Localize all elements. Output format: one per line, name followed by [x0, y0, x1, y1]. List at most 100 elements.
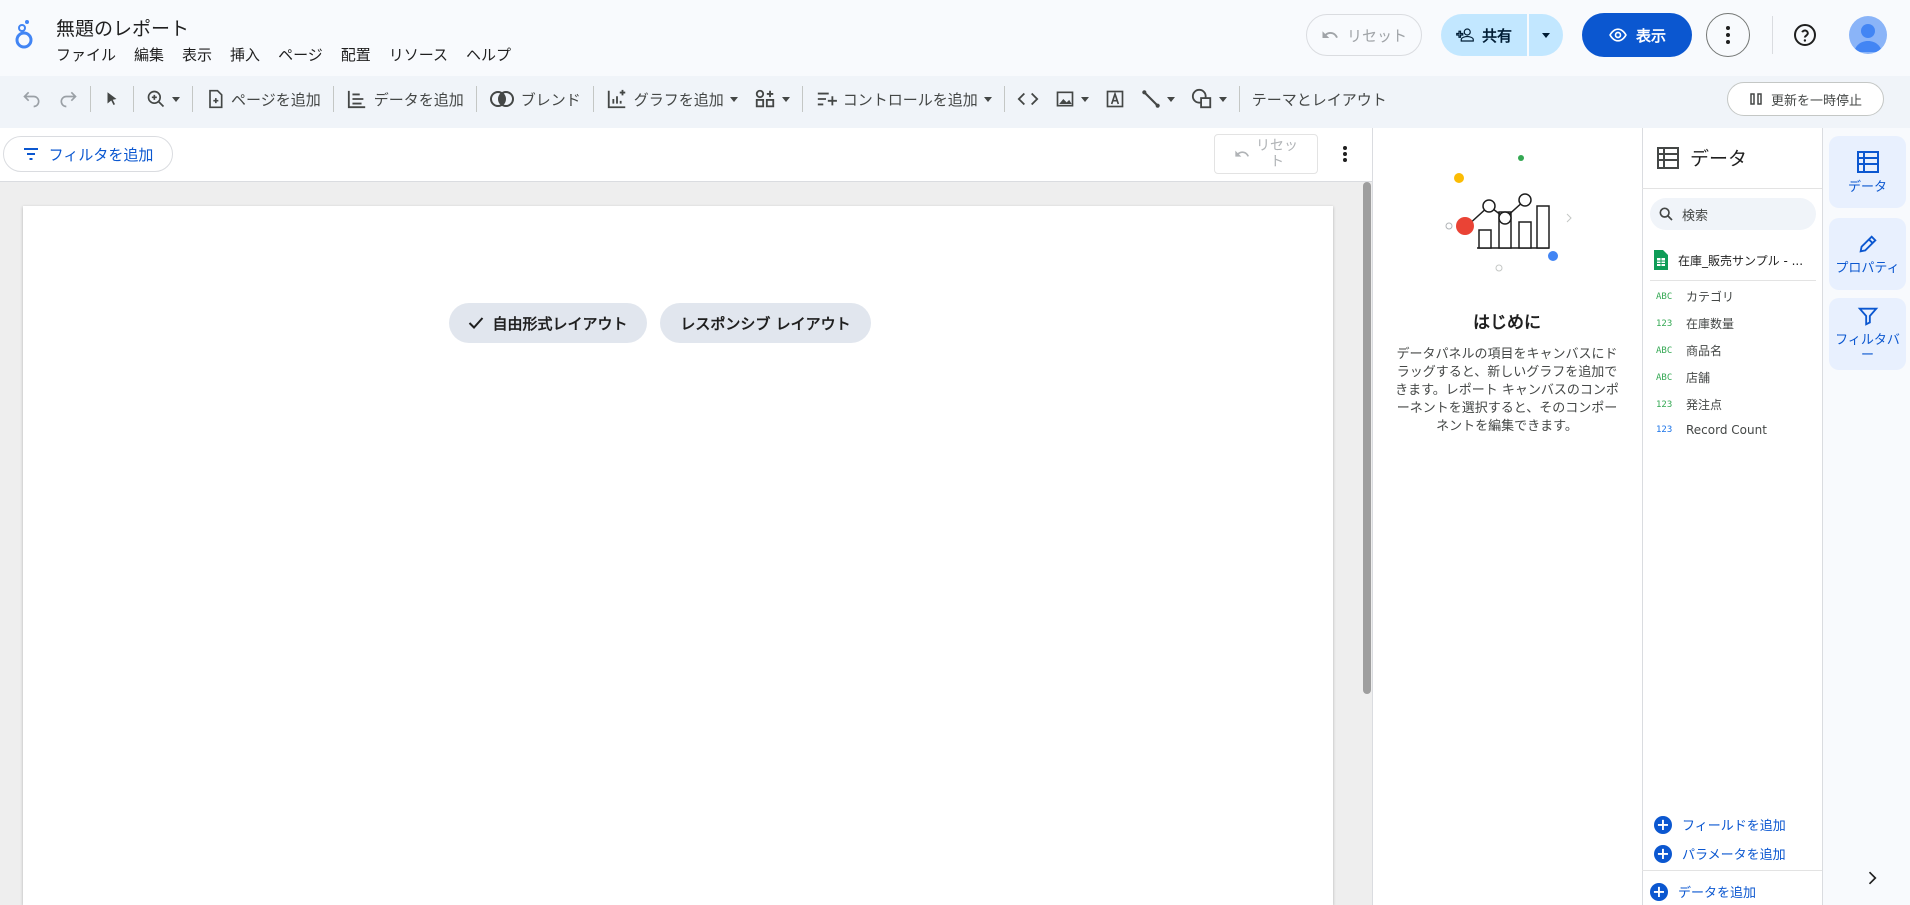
redo-icon [60, 91, 77, 108]
shape-button[interactable] [1183, 82, 1235, 116]
toolbar-divider [1238, 86, 1240, 112]
rail-properties-tab[interactable]: プロパティ [1829, 218, 1906, 290]
shapes-icon [1191, 88, 1211, 109]
view-button[interactable]: 表示 [1582, 13, 1692, 57]
menu-resources[interactable]: リソース [380, 44, 457, 65]
field-name: 発注点 [1686, 398, 1723, 412]
add-data-source-label: データを追加 [1678, 886, 1757, 901]
rail-properties-label: プロパティ [1835, 260, 1900, 276]
menu-view[interactable]: 表示 [173, 44, 221, 65]
add-page-button[interactable]: ページを追加 [197, 82, 329, 116]
community-viz-button[interactable] [746, 82, 798, 116]
collapse-panel-button[interactable] [1862, 868, 1882, 888]
blend-button[interactable]: ブレンド [481, 82, 589, 116]
field-name: 在庫数量 [1686, 317, 1735, 331]
data-source-item[interactable]: 在庫_販売サンプル - ... [1654, 250, 1820, 270]
rail-filter-bar-label-line2: ー [1860, 348, 1874, 363]
menu-insert[interactable]: 挿入 [221, 44, 269, 65]
zoom-in-icon [147, 90, 165, 108]
rail-filter-bar-tab[interactable]: フィルタバ ー [1829, 298, 1906, 370]
data-table-icon [1656, 146, 1680, 170]
caret-down-icon [781, 96, 790, 102]
toolbar-divider [332, 86, 334, 112]
add-chart-button[interactable]: グラフを追加 [598, 82, 746, 116]
field-item-store[interactable]: ABC 店舗 [1656, 369, 1710, 386]
menu-bar: ファイル 編集 表示 挿入 ページ 配置 リソース ヘルプ [56, 44, 520, 65]
reset-button[interactable]: リセット [1306, 14, 1422, 56]
pause-icon [1750, 93, 1762, 105]
menu-page[interactable]: ページ [269, 44, 332, 65]
toolbar-divider [592, 86, 594, 112]
add-filter-label: フィルタを追加 [48, 145, 154, 164]
account-avatar[interactable] [1849, 16, 1887, 54]
add-field-label: フィールドを追加 [1682, 819, 1786, 834]
search-placeholder: 検索 [1682, 208, 1709, 224]
filter-bar [0, 128, 1372, 182]
menu-arrange[interactable]: 配置 [332, 44, 380, 65]
field-item-product-name[interactable]: ABC 商品名 [1656, 342, 1722, 359]
freeform-layout-label: 自由形式レイアウト [492, 314, 628, 333]
data-table-icon [1856, 150, 1879, 173]
zoom-button[interactable] [138, 82, 188, 116]
report-title[interactable]: 無題のレポート [56, 14, 189, 41]
add-circle-icon: + [1650, 882, 1668, 901]
number-type-icon: 123 [1656, 425, 1673, 435]
field-search-input[interactable]: 検索 [1650, 198, 1816, 230]
data-panel-bottom-divider [1642, 870, 1822, 871]
filter-bar-more-button[interactable] [1332, 140, 1358, 168]
field-item-reorder-point[interactable]: 123 発注点 [1656, 396, 1722, 413]
image-button[interactable] [1047, 82, 1097, 116]
add-parameter-button[interactable]: + パラメータを追加 [1654, 844, 1786, 863]
text-box-icon [1106, 90, 1124, 108]
add-data-button[interactable]: データを追加 [338, 82, 472, 116]
help-button[interactable] [1788, 18, 1822, 52]
data-source-divider [1650, 280, 1816, 281]
field-item-category[interactable]: ABC カテゴリ [1656, 288, 1734, 305]
rail-data-label: データ [1847, 179, 1887, 195]
select-tool-button[interactable] [95, 82, 129, 116]
chevron-right-icon [1868, 871, 1877, 885]
line-button[interactable] [1133, 82, 1183, 116]
field-name: 店舗 [1686, 371, 1711, 385]
add-field-button[interactable]: + フィールドを追加 [1654, 815, 1786, 834]
view-label: 表示 [1635, 26, 1666, 45]
rail-data-tab[interactable]: データ [1829, 136, 1906, 208]
field-item-stock-quantity[interactable]: 123 在庫数量 [1656, 315, 1734, 332]
undo-button[interactable] [10, 82, 50, 116]
add-data-source-button[interactable]: + データを追加 [1650, 882, 1756, 901]
reset-filter-label-line1: リセッ [1256, 138, 1298, 154]
add-parameter-label: パラメータを追加 [1682, 848, 1786, 863]
responsive-layout-chip[interactable]: レスポンシブ レイアウト [660, 303, 871, 343]
toolbar-divider [1003, 86, 1005, 112]
add-control-button[interactable]: コントロールを追加 [807, 82, 1000, 116]
redo-button[interactable] [50, 82, 86, 116]
responsive-layout-label: レスポンシブ レイアウト [680, 314, 851, 333]
pencil-icon [1858, 234, 1877, 253]
text-button[interactable] [1097, 82, 1133, 116]
person-icon [1854, 24, 1882, 52]
canvas-scrollbar[interactable] [1363, 182, 1371, 694]
blend-label: ブレンド [520, 90, 581, 109]
field-name: カテゴリ [1686, 290, 1735, 304]
theme-layout-button[interactable]: テーマとレイアウト [1244, 82, 1395, 116]
menu-file[interactable]: ファイル [56, 44, 125, 65]
add-filter-button[interactable]: フィルタを追加 [3, 136, 173, 172]
embed-code-button[interactable] [1009, 82, 1047, 116]
field-item-record-count[interactable]: 123 Record Count [1656, 423, 1767, 437]
reset-filter-button[interactable]: リセッ ト [1214, 134, 1318, 174]
eye-icon [1609, 28, 1627, 42]
more-options-button[interactable] [1706, 13, 1750, 57]
caret-down-icon [1542, 32, 1550, 38]
freeform-layout-chip[interactable]: 自由形式レイアウト [449, 303, 647, 343]
field-name: 商品名 [1686, 344, 1723, 358]
data-panel-title: データ [1690, 148, 1748, 170]
looker-studio-logo-icon[interactable] [12, 18, 36, 52]
share-button[interactable]: 共有 [1441, 14, 1527, 56]
data-panel-divider [1642, 188, 1822, 189]
caret-down-icon [729, 96, 738, 102]
menu-edit[interactable]: 編集 [125, 44, 173, 65]
pause-updates-button[interactable]: 更新を一時停止 [1727, 82, 1884, 116]
rail-filter-bar-label: フィルタバ ー [1835, 333, 1900, 363]
menu-help[interactable]: ヘルプ [457, 44, 520, 65]
add-data-icon [347, 90, 365, 109]
